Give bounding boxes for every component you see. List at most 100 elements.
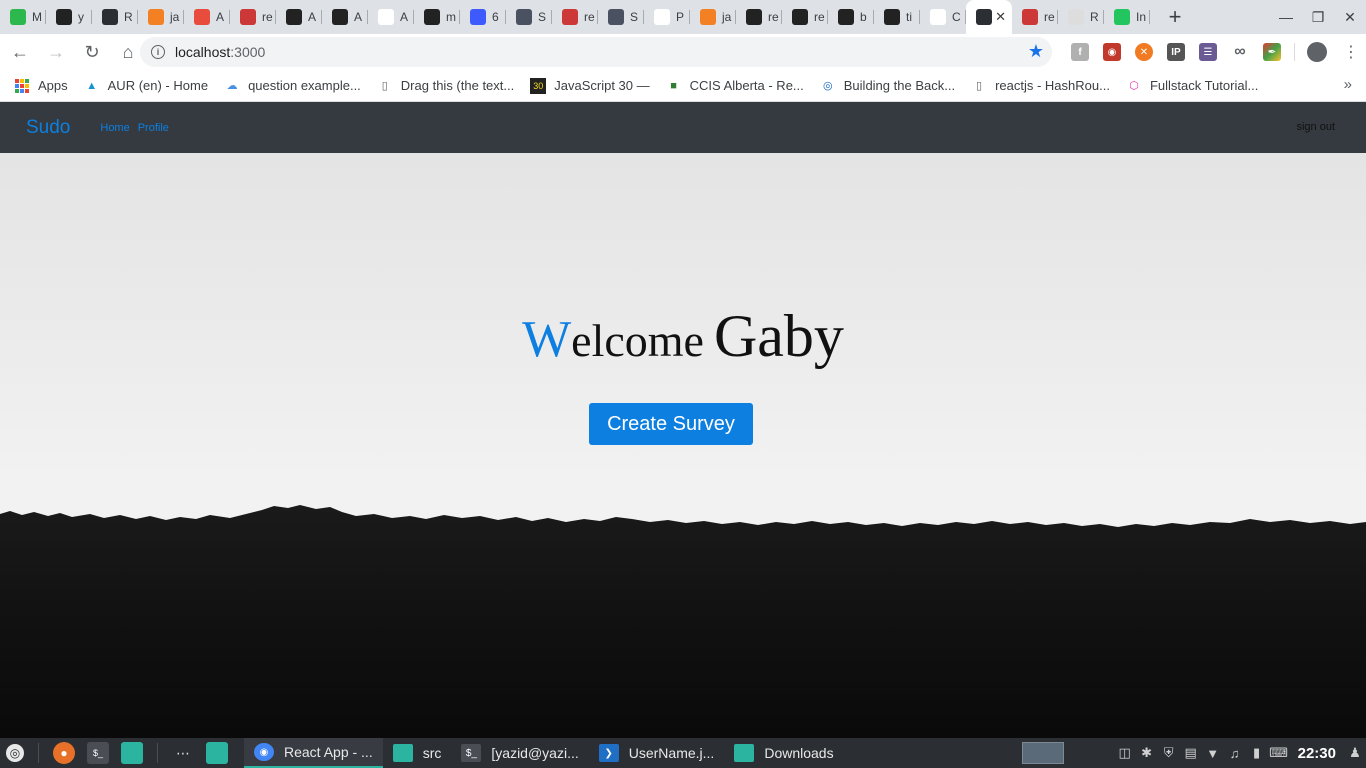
github-icon — [746, 9, 762, 25]
files-launcher-icon[interactable] — [121, 742, 143, 764]
cloud-icon: ☁ — [226, 80, 238, 92]
pen-extension-icon[interactable]: ✒ — [1263, 43, 1281, 61]
browser-tab[interactable]: ti — [874, 0, 920, 34]
battery-icon[interactable]: ▮ — [1246, 738, 1268, 768]
files-launcher-icon[interactable] — [206, 742, 228, 764]
welcome-first-letter: W — [522, 311, 572, 368]
shield-icon[interactable]: ⛨ — [1158, 738, 1180, 768]
tophat-icon — [516, 9, 532, 25]
brand-link[interactable]: Sudo — [26, 117, 70, 139]
bookmark-star-icon[interactable]: ★ — [1028, 41, 1044, 62]
terminal-launcher-icon[interactable]: $_ — [87, 742, 109, 764]
browser-tab[interactable]: M — [0, 0, 46, 34]
bookmark-item[interactable]: ▯ Drag this (the text... — [377, 78, 514, 94]
site-info-icon[interactable]: i — [151, 45, 165, 59]
browser-tab[interactable]: R — [1058, 0, 1104, 34]
nav-home-link[interactable]: Home — [100, 122, 129, 134]
browser-tab[interactable]: re — [1012, 0, 1058, 34]
tab-label: re — [1044, 10, 1055, 24]
address-bar[interactable]: i localhost:3000 ★ — [140, 37, 1052, 67]
task-label: Downloads — [764, 745, 834, 761]
bookmark-item[interactable]: ▲ AUR (en) - Home — [84, 78, 208, 94]
browser-tab[interactable]: b — [828, 0, 874, 34]
tab-label: P — [676, 10, 685, 24]
browser-tab[interactable]: In — [1104, 0, 1150, 34]
url-text[interactable]: localhost:3000 — [175, 44, 265, 60]
ccis-icon: ■ — [670, 79, 677, 92]
profile-avatar[interactable] — [1307, 42, 1327, 62]
forward-button[interactable]: → — [40, 36, 72, 68]
new-tab-button[interactable]: + — [1158, 0, 1192, 34]
taskbar-task[interactable]: $_ [yazid@yazi... — [451, 738, 588, 768]
signout-link[interactable]: sign out — [1296, 121, 1335, 133]
close-window-icon[interactable]: ✕ — [1334, 0, 1366, 34]
facebook-extension-icon[interactable]: f — [1071, 43, 1089, 61]
keyboard-icon[interactable]: ⌨ — [1268, 738, 1290, 768]
browser-tab[interactable]: C — [920, 0, 966, 34]
bookmark-item[interactable]: ⬡ Fullstack Tutorial... — [1126, 78, 1258, 94]
browser-tab[interactable]: re — [736, 0, 782, 34]
npm-icon — [1022, 9, 1038, 25]
taskbar-task[interactable]: ❯ UserName.j... — [589, 738, 725, 768]
infinity-extension-icon[interactable]: ∞ — [1231, 43, 1249, 61]
browser-tab[interactable]: ✕ — [966, 0, 1012, 34]
bookmark-item[interactable]: ▯ reactjs - HashRou... — [971, 78, 1110, 94]
tab-label: S — [630, 10, 639, 24]
crab-extension-icon[interactable]: ◉ — [1103, 43, 1121, 61]
reload-button[interactable]: ↻ — [76, 36, 108, 68]
more-bookmarks-icon[interactable]: » — [1344, 76, 1352, 93]
bookmark-item[interactable]: ◎ Building the Back... — [820, 78, 955, 94]
browser-tab[interactable]: m — [414, 0, 460, 34]
tab-label: re — [584, 10, 595, 24]
clipboard-icon[interactable]: ▤ — [1180, 738, 1202, 768]
browser-tab[interactable]: S — [506, 0, 552, 34]
task-label: [yazid@yazi... — [491, 745, 579, 761]
browser-tab[interactable]: re — [782, 0, 828, 34]
browser-tab[interactable]: A — [276, 0, 322, 34]
bookmark-item[interactable]: ☁ question example... — [224, 78, 361, 94]
clock[interactable]: 22:30 — [1298, 745, 1336, 762]
maximize-icon[interactable]: ❐ — [1302, 0, 1334, 34]
volume-icon[interactable]: ♫ — [1224, 738, 1246, 768]
nav-profile-link[interactable]: Profile — [138, 122, 169, 134]
stack-extension-icon[interactable]: ☰ — [1199, 43, 1217, 61]
menu-icon[interactable]: ⋮ — [1343, 42, 1359, 62]
workspace-1[interactable] — [1021, 742, 1064, 764]
browser-tab[interactable]: ja — [138, 0, 184, 34]
browser-tab[interactable]: re — [230, 0, 276, 34]
browser-tab[interactable]: y — [46, 0, 92, 34]
ip-extension-icon[interactable]: IP — [1167, 43, 1185, 61]
create-survey-button[interactable]: Create Survey — [589, 403, 753, 445]
browser-tab[interactable]: ja — [690, 0, 736, 34]
back-button[interactable]: ← — [4, 36, 36, 68]
bluetooth-icon[interactable]: ✱ — [1136, 738, 1158, 768]
orange-extension-icon[interactable]: ✕ — [1135, 43, 1153, 61]
taskbar-task[interactable]: Downloads — [724, 738, 843, 768]
browser-tab[interactable]: re — [552, 0, 598, 34]
browser-tab[interactable]: R — [92, 0, 138, 34]
browser-tab[interactable]: A — [184, 0, 230, 34]
npm-icon — [562, 9, 578, 25]
more-launchers-icon[interactable]: ⋯ — [172, 742, 194, 764]
start-menu-icon[interactable]: ◎ — [6, 744, 24, 762]
bookmarks-bar: Apps ▲ AUR (en) - Home ☁ question example...… — [0, 70, 1366, 102]
browser-tab[interactable]: A — [368, 0, 414, 34]
bookmark-item[interactable]: Apps — [14, 78, 68, 94]
browser-tab[interactable]: P — [644, 0, 690, 34]
bookmark-label: reactjs - HashRou... — [995, 78, 1110, 93]
taskbar-task[interactable]: src — [383, 738, 452, 768]
bookmark-item[interactable]: ■ CCIS Alberta - Re... — [666, 78, 803, 94]
wifi-icon[interactable]: ▼ — [1202, 738, 1224, 768]
bookmark-item[interactable]: 30 JavaScript 30 — — [530, 77, 650, 94]
browser-tab[interactable]: A — [322, 0, 368, 34]
window-list-icon[interactable]: ◫ — [1114, 738, 1136, 768]
browser-tab[interactable]: 6 — [460, 0, 506, 34]
taskbar-task[interactable]: ◉ React App - ... — [244, 738, 383, 768]
close-tab-icon[interactable]: ✕ — [995, 9, 1006, 25]
firefox-launcher-icon[interactable]: ● — [53, 742, 75, 764]
minimize-icon[interactable]: — — [1270, 0, 1302, 34]
tab-label: R — [124, 10, 133, 24]
workspace-2[interactable] — [1067, 742, 1110, 764]
browser-tab[interactable]: S — [598, 0, 644, 34]
user-icon[interactable]: ♟ — [1344, 738, 1366, 768]
